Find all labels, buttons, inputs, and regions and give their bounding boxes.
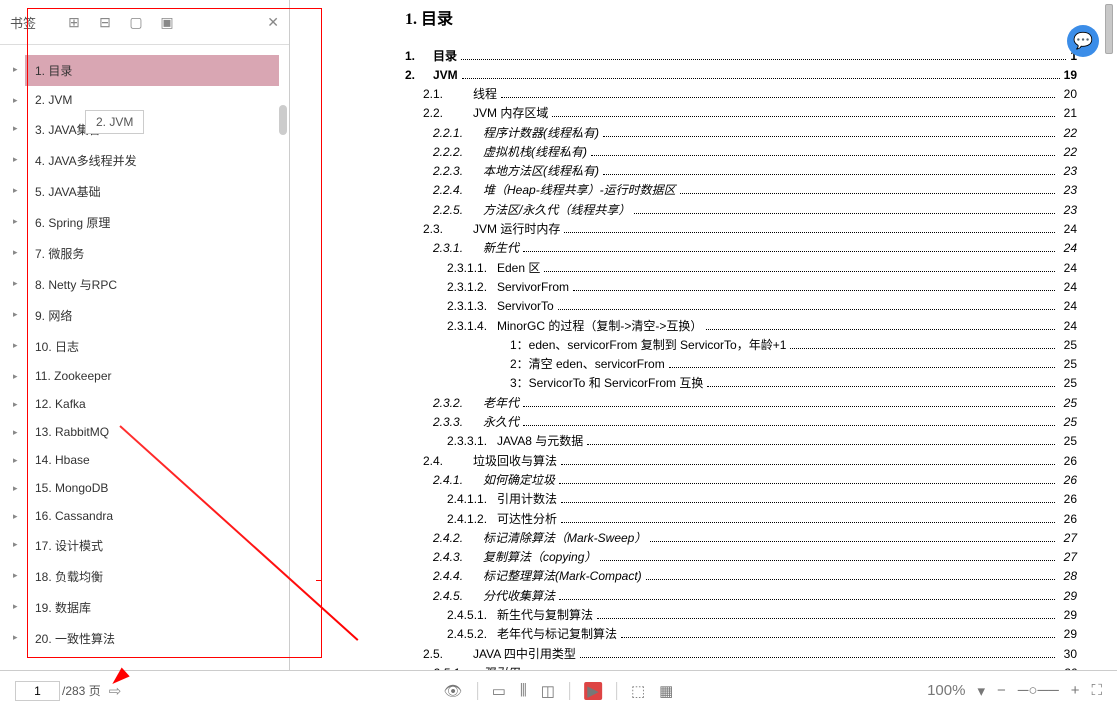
- chat-icon[interactable]: 💬: [1067, 25, 1099, 57]
- toc-entry[interactable]: 2.4.1.如何确定垃圾26: [433, 472, 1077, 489]
- bookmark-sidebar: 书签 ⊞ ⊟ ▢ ▣ ✕ 1. 目录2. JVM3. JAVA集合4. JAVA…: [0, 0, 290, 670]
- toc-entry[interactable]: 2.3.1.1.Eden 区24: [447, 260, 1077, 277]
- toc-entry[interactable]: 2.1.线程20: [423, 86, 1077, 103]
- toc-entry[interactable]: 2.3.3.永久代25: [433, 414, 1077, 431]
- separator: [616, 682, 617, 700]
- bookmark-item[interactable]: 4. JAVA多线程并发: [25, 145, 279, 176]
- chevron-down-icon[interactable]: ▾: [977, 682, 985, 700]
- separator: [477, 682, 478, 700]
- bookmark-item[interactable]: 14. Hbase: [25, 446, 279, 474]
- annotation-tick: [316, 580, 322, 581]
- toc-entry[interactable]: 2.2.2.虚拟机栈(线程私有)22: [433, 144, 1077, 161]
- toc-entry[interactable]: 2.4.5.1.新生代与复制算法29: [447, 607, 1077, 624]
- toc-main-entry[interactable]: 1.目录1: [405, 47, 1077, 64]
- page-input[interactable]: [15, 681, 60, 701]
- continuous-icon[interactable]: ⫼: [520, 682, 527, 699]
- fit-width-icon[interactable]: ⬚: [631, 682, 645, 700]
- sidebar-toolbar: ⊞ ⊟ ▢ ▣: [66, 14, 175, 30]
- zoom-slider[interactable]: ─○──: [1018, 682, 1059, 699]
- bookmark-item[interactable]: 3. JAVA集合: [25, 114, 279, 145]
- toc-entry[interactable]: 2.3.1.3.ServivorTo24: [447, 298, 1077, 315]
- bottom-toolbar: /283 页 ⇨ 👁 ▭ ⫼ ◫ ▶ ⬚ ▦ 100% ▾ − ─○── + ⛶: [0, 670, 1117, 710]
- toc-entry[interactable]: 1：eden、servicorFrom 复制到 ServicorTo，年龄+12…: [460, 337, 1077, 354]
- bookmark-item[interactable]: 18. 负载均衡: [25, 561, 279, 592]
- toc-entry[interactable]: 2.3.2.老年代25: [433, 395, 1077, 412]
- toc-entry[interactable]: 2.3.1.2.ServivorFrom24: [447, 279, 1077, 296]
- toc-entry[interactable]: 2.3.1.4.MinorGC 的过程（复制->清空->互换）24: [447, 318, 1077, 335]
- close-icon[interactable]: ✕: [267, 14, 279, 31]
- play-button[interactable]: ▶: [584, 682, 602, 700]
- page-title: 1. 目录: [405, 5, 1077, 29]
- toc-entry[interactable]: 2.4.垃圾回收与算法26: [423, 453, 1077, 470]
- toc-entry[interactable]: 2.2.3.本地方法区(线程私有)23: [433, 163, 1077, 180]
- bookmark-item[interactable]: 15. MongoDB: [25, 474, 279, 502]
- bookmark-item[interactable]: 11. Zookeeper: [25, 362, 279, 390]
- toc-entry[interactable]: 2.4.1.2.可达性分析26: [447, 511, 1077, 528]
- fullscreen-icon[interactable]: ⛶: [1091, 682, 1102, 699]
- bookmark-item[interactable]: 2. JVM: [25, 86, 279, 114]
- bookmark-alt-icon[interactable]: ▣: [159, 14, 175, 30]
- bookmark-icon[interactable]: ▢: [128, 14, 144, 30]
- bookmark-item[interactable]: 5. JAVA基础: [25, 176, 279, 207]
- toc-entry[interactable]: 2.4.4.标记整理算法(Mark-Compact)28: [433, 568, 1077, 585]
- page-total: /283 页: [62, 682, 101, 699]
- bookmark-item[interactable]: 1. 目录: [25, 55, 279, 86]
- scrollbar-thumb[interactable]: [279, 105, 287, 135]
- bookmark-item[interactable]: 10. 日志: [25, 331, 279, 362]
- toc-entry[interactable]: 3：ServicorTo 和 ServicorFrom 互换25: [460, 375, 1077, 392]
- bookmark-item[interactable]: 8. Netty 与RPC: [25, 269, 279, 300]
- sidebar-title: 书签: [10, 13, 36, 32]
- toc-entry[interactable]: 2.2.4.堆（Heap-线程共享）-运行时数据区23: [433, 182, 1077, 199]
- toc-main-entry[interactable]: 2.JVM19: [405, 68, 1077, 82]
- fit-page-icon[interactable]: ▦: [659, 682, 673, 700]
- toc-entry[interactable]: 2.3.1.新生代24: [433, 240, 1077, 257]
- toc-entry[interactable]: 2.4.5.分代收集算法29: [433, 588, 1077, 605]
- bookmark-tooltip: 2. JVM: [85, 110, 144, 134]
- toc-entry[interactable]: 2.3.3.1.JAVA8 与元数据25: [447, 433, 1077, 450]
- bookmark-item[interactable]: 6. Spring 原理: [25, 207, 279, 238]
- bookmark-item[interactable]: 16. Cassandra: [25, 502, 279, 530]
- bookmark-item[interactable]: 20. 一致性算法: [25, 623, 279, 654]
- toc-entry[interactable]: 2.4.1.1.引用计数法26: [447, 491, 1077, 508]
- bookmark-item[interactable]: 9. 网络: [25, 300, 279, 331]
- separator: [569, 682, 570, 700]
- toc-entry[interactable]: 2.4.3.复制算法（copying）27: [433, 549, 1077, 566]
- zoom-out-icon[interactable]: −: [997, 682, 1006, 699]
- document-content: 1. 目录 1.目录1 2.JVM19 2.1.线程20 2.2.JVM 内存区域2…: [330, 0, 1117, 670]
- eye-icon[interactable]: 👁: [444, 682, 463, 700]
- bookmark-item[interactable]: 19. 数据库: [25, 592, 279, 623]
- bookmark-item[interactable]: 13. RabbitMQ: [25, 418, 279, 446]
- bookmark-item[interactable]: 7. 微服务: [25, 238, 279, 269]
- toc-entry[interactable]: 2.5.JAVA 四中引用类型30: [423, 646, 1077, 663]
- bookmark-list: 1. 目录2. JVM3. JAVA集合4. JAVA多线程并发5. JAVA基…: [0, 45, 289, 670]
- bookmark-item[interactable]: 12. Kafka: [25, 390, 279, 418]
- toc-entry[interactable]: 2.3.JVM 运行时内存24: [423, 221, 1077, 238]
- collapse-all-icon[interactable]: ⊟: [97, 14, 113, 30]
- toc-entry[interactable]: 2.4.2.标记清除算法（Mark-Sweep）27: [433, 530, 1077, 547]
- sidebar-header: 书签 ⊞ ⊟ ▢ ▣ ✕: [0, 0, 289, 45]
- bottom-center-tools: 👁 ▭ ⫼ ◫ ▶ ⬚ ▦: [444, 682, 674, 700]
- content-scrollbar-thumb[interactable]: [1105, 4, 1113, 54]
- toc-entry[interactable]: 2.4.5.2.老年代与标记复制算法29: [447, 626, 1077, 643]
- bottom-right-tools: 100% ▾ − ─○── + ⛶: [927, 682, 1102, 700]
- expand-all-icon[interactable]: ⊞: [66, 14, 82, 30]
- toc-entry[interactable]: 2.2.5.方法区/永久代（线程共享）23: [433, 202, 1077, 219]
- toc-entry[interactable]: 2.2.1.程序计数器(线程私有)22: [433, 125, 1077, 142]
- toc-entry[interactable]: 2：清空 eden、servicorFrom25: [460, 356, 1077, 373]
- zoom-in-icon[interactable]: +: [1071, 682, 1080, 699]
- zoom-value: 100%: [927, 682, 965, 699]
- toc-entry[interactable]: 2.2.JVM 内存区域21: [423, 105, 1077, 122]
- facing-icon[interactable]: ◫: [541, 682, 555, 700]
- single-page-icon[interactable]: ▭: [492, 682, 506, 700]
